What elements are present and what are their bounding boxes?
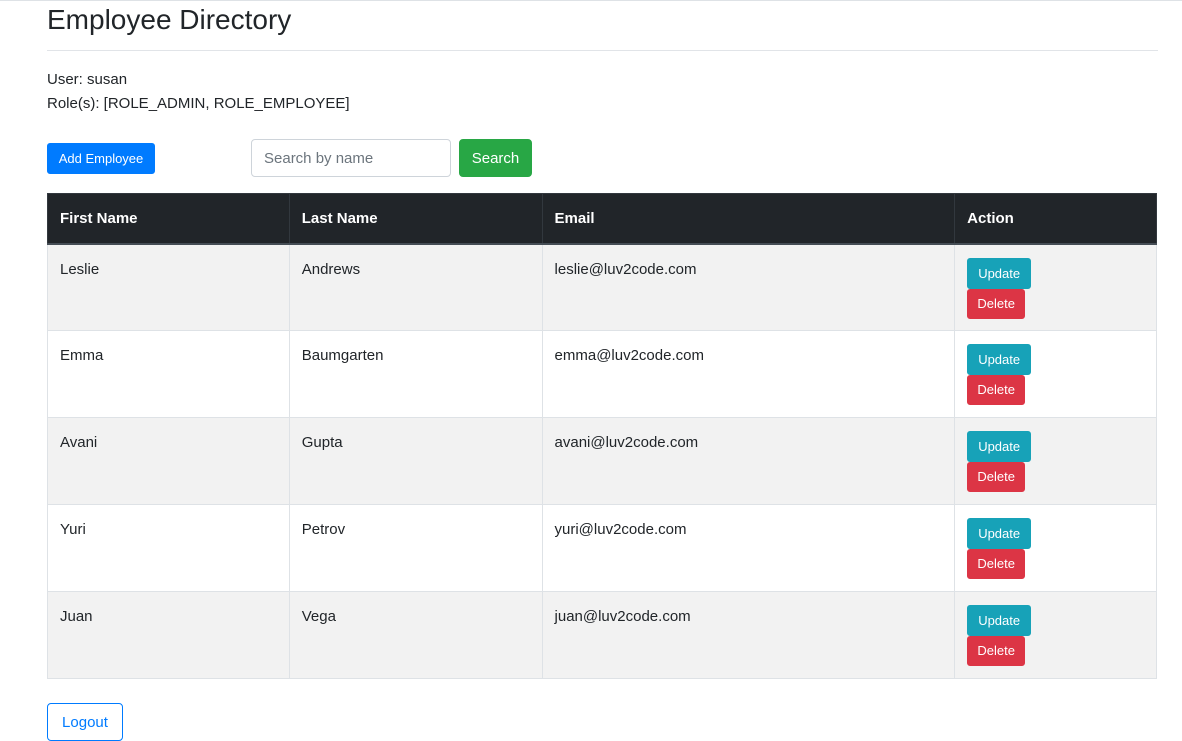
- cell-last-name: Gupta: [288, 417, 543, 505]
- update-button[interactable]: Update: [967, 518, 1032, 549]
- top-border: [0, 0, 1182, 1]
- cell-last-name: Baumgarten: [288, 330, 543, 418]
- cell-actions: Update Delete: [954, 504, 1157, 592]
- update-button[interactable]: Update: [967, 344, 1032, 375]
- cell-actions: Update Delete: [954, 417, 1157, 505]
- cell-first-name: Yuri: [47, 504, 290, 592]
- logout-button[interactable]: Logout: [47, 703, 123, 741]
- table-row: Juan Vega juan@luv2code.com Update Delete: [47, 591, 1157, 679]
- update-button[interactable]: Update: [967, 257, 1032, 289]
- cell-last-name: Andrews: [288, 243, 543, 331]
- delete-button[interactable]: Delete: [967, 549, 1026, 579]
- page-title: Employee Directory: [47, 4, 292, 35]
- user-name-text: User: susan: [47, 71, 128, 88]
- cell-last-name: Petrov: [288, 504, 543, 592]
- table-row: Avani Gupta avani@luv2code.com Update Delete: [47, 417, 1157, 505]
- cell-first-name: Emma: [47, 330, 290, 418]
- delete-button[interactable]: Delete: [967, 636, 1026, 666]
- cell-last-name: Vega: [288, 591, 543, 679]
- cell-first-name: Leslie: [47, 243, 290, 331]
- user-roles-text: Role(s): [ROLE_ADMIN, ROLE_EMPLOYEE]: [47, 95, 350, 112]
- header-email: Email: [541, 193, 956, 245]
- table-body: Leslie Andrews leslie@luv2code.com Update De…: [47, 243, 1157, 679]
- user-info: User: susan Role(s): [ROLE_ADMIN, ROLE_E…: [47, 68, 350, 116]
- cell-first-name: Juan: [47, 591, 290, 679]
- title-divider: [47, 50, 1158, 51]
- table-row: Leslie Andrews leslie@luv2code.com Update De…: [47, 243, 1157, 331]
- header-action: Action: [954, 193, 1157, 245]
- cell-first-name: Avani: [47, 417, 290, 505]
- table-row: Emma Baumgarten emma@luv2code.com Update Del…: [47, 330, 1157, 418]
- cell-email: emma@luv2code.com: [541, 330, 956, 418]
- update-button[interactable]: Update: [967, 605, 1032, 636]
- cell-actions: Update Delete: [954, 243, 1157, 331]
- delete-button[interactable]: Delete: [967, 462, 1026, 492]
- cell-email: leslie@luv2code.com: [541, 243, 956, 331]
- cell-email: avani@luv2code.com: [541, 417, 956, 505]
- search-button[interactable]: Search: [459, 139, 532, 177]
- search-input[interactable]: [251, 139, 451, 177]
- delete-button[interactable]: Delete: [967, 288, 1026, 319]
- header-last-name: Last Name: [288, 193, 543, 245]
- table-header-row: First Name Last Name Email Action: [47, 193, 1157, 245]
- table-row: Yuri Petrov yuri@luv2code.com Update Delete: [47, 504, 1157, 592]
- add-employee-button[interactable]: Add Employee: [47, 143, 155, 174]
- cell-actions: Update Delete: [954, 591, 1157, 679]
- employee-table: First Name Last Name Email Action Leslie…: [47, 193, 1157, 679]
- header-first-name: First Name: [47, 193, 290, 245]
- update-button[interactable]: Update: [967, 431, 1032, 462]
- cell-email: juan@luv2code.com: [541, 591, 956, 679]
- cell-actions: Update Delete: [954, 330, 1157, 418]
- cell-email: yuri@luv2code.com: [541, 504, 956, 592]
- delete-button[interactable]: Delete: [967, 375, 1026, 405]
